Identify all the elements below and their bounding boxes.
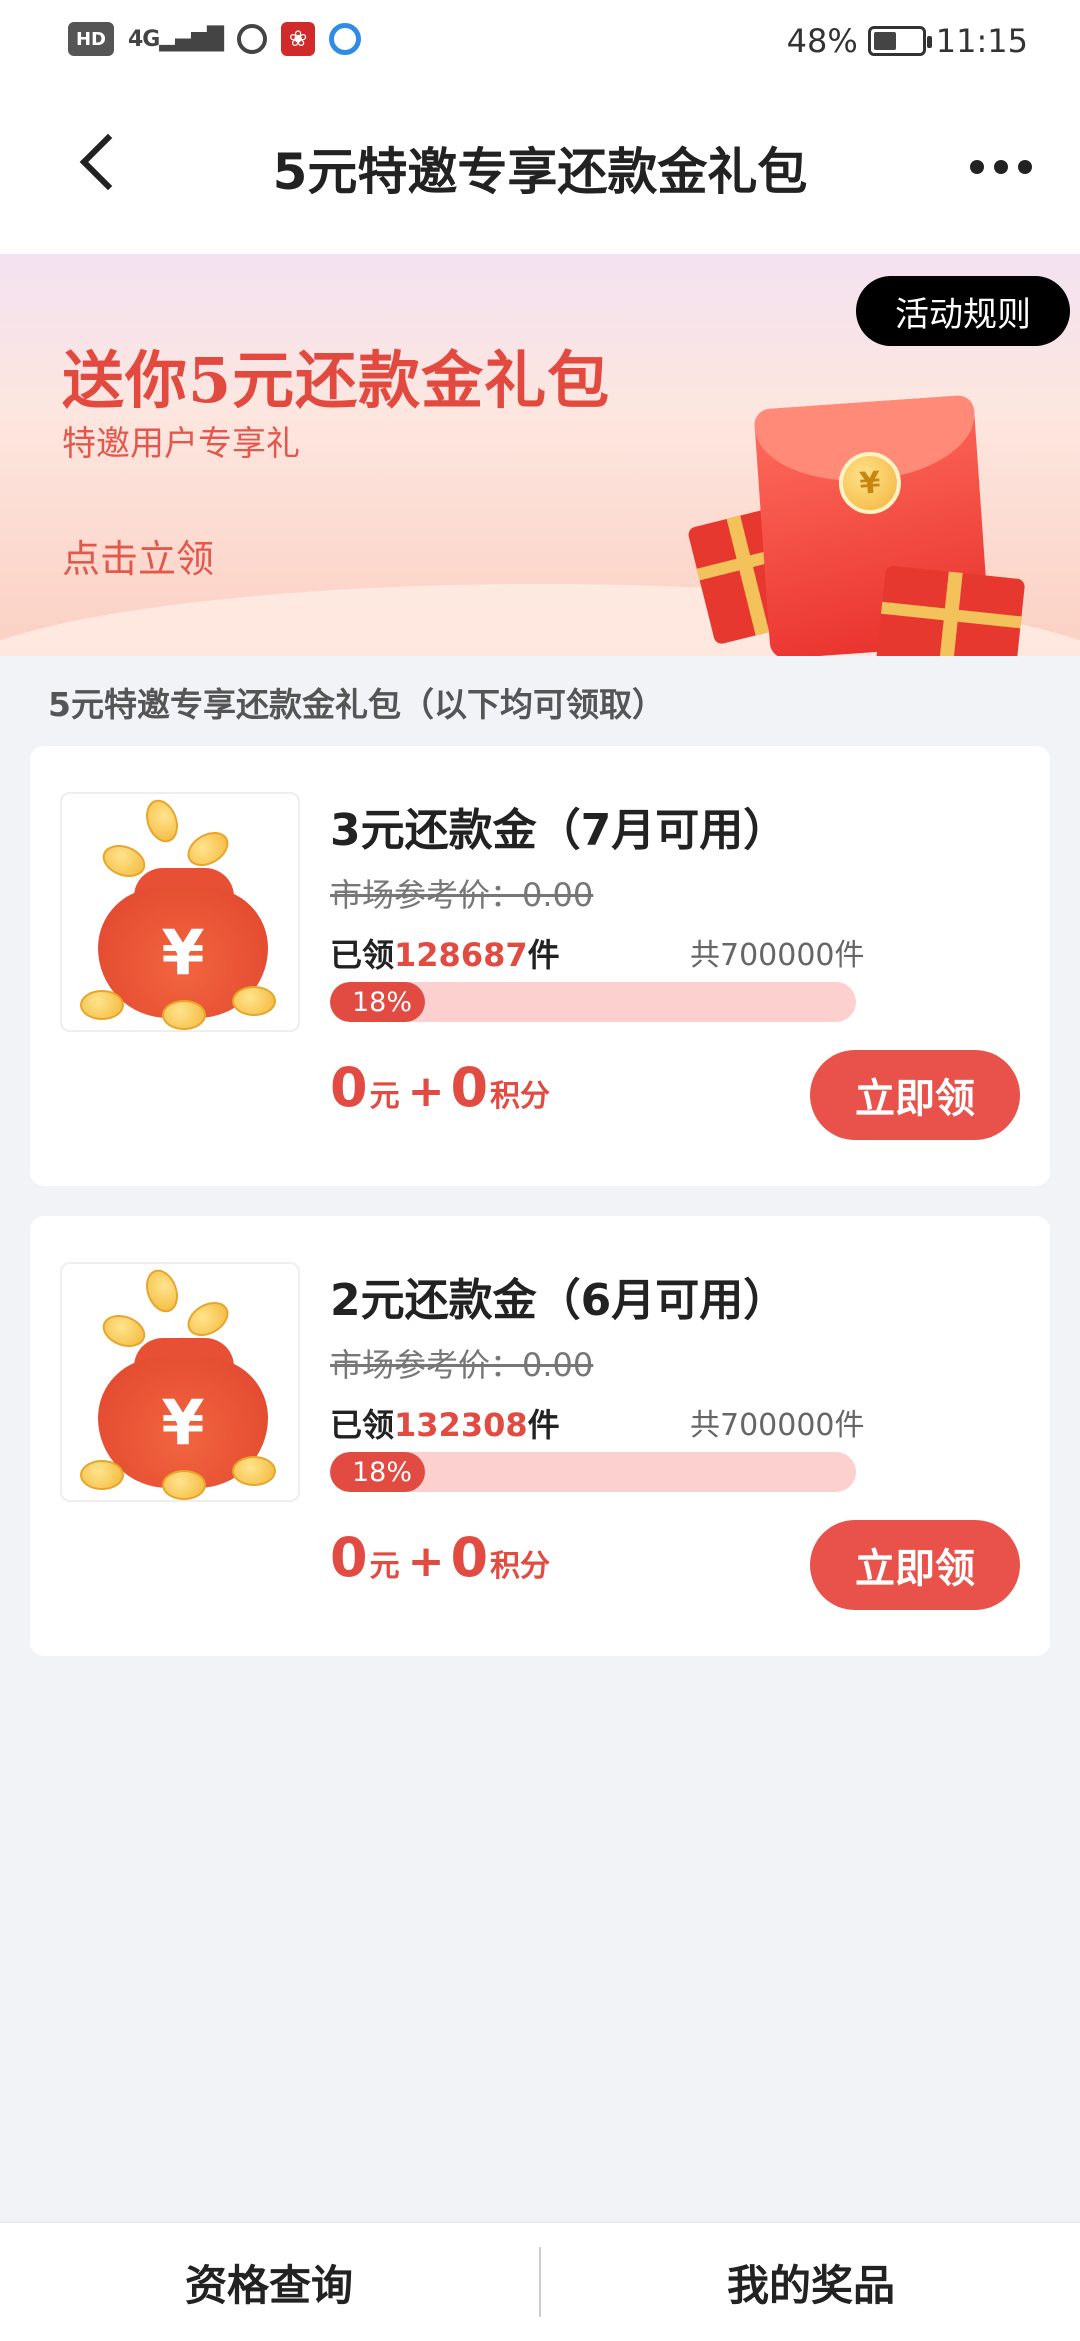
price: 0 元 +0 积分 <box>330 1056 551 1119</box>
money-bag-image: ¥ <box>60 1262 300 1502</box>
network-type: 4G <box>128 26 160 52</box>
gift-box-icon <box>874 564 1026 656</box>
coupon-card: ¥ 3元还款金（7月可用） 市场参考价：0.00 已领128687件 共7000… <box>30 746 1050 1186</box>
market-price: 市场参考价：0.00 <box>330 1346 594 1384</box>
item-title: 2元还款金（6月可用） <box>330 1275 788 1326</box>
coin-icon <box>140 795 184 847</box>
progress-label: 18% <box>352 1457 413 1488</box>
coin-icon <box>232 1456 276 1486</box>
total-stock: 共700000件 <box>690 938 865 973</box>
coin-icon <box>80 990 124 1020</box>
coin-icon <box>181 1295 235 1343</box>
banner-claim-link[interactable]: 点击立领 <box>62 528 214 583</box>
banner-title: 送你5元还款金礼包 <box>62 344 611 417</box>
hd-icon: HD <box>68 22 114 56</box>
battery-level <box>873 32 896 50</box>
coin-icon <box>232 986 276 1016</box>
coin-icon <box>140 1265 184 1317</box>
claimed-count: 已领128687件 <box>330 936 560 974</box>
activity-rules-button[interactable]: 活动规则 <box>856 276 1070 346</box>
app-notification-icon: ❀ <box>281 22 316 56</box>
coin-icon <box>162 1000 206 1030</box>
coin-icon <box>162 1470 206 1500</box>
claim-progress-bar: 18% <box>330 1452 856 1492</box>
bottom-bar: 资格查询 我的奖品 <box>0 2222 1080 2341</box>
claim-now-button[interactable]: 立即领 <box>810 1520 1020 1610</box>
battery-percent: 48% <box>786 22 858 60</box>
alarm-icon <box>237 24 268 54</box>
more-options-icon[interactable] <box>970 160 1032 174</box>
coin-icon <box>80 1460 124 1490</box>
banner-subtitle: 特邀用户专享礼 <box>62 424 300 464</box>
eligibility-check-button[interactable]: 资格查询 <box>0 2223 538 2341</box>
item-title: 3元还款金（7月可用） <box>330 805 788 856</box>
status-bar: HD 4G▂▄▆█ ❀ 48% 11:15 <box>0 0 1080 92</box>
total-stock: 共700000件 <box>690 1408 865 1443</box>
bottom-divider <box>539 2247 541 2317</box>
page-title: 5元特邀专享还款金礼包 <box>272 143 808 201</box>
signal-icon: 4G▂▄▆█ <box>128 26 224 52</box>
money-bag-image: ¥ <box>60 792 300 1032</box>
claim-now-button[interactable]: 立即领 <box>810 1050 1020 1140</box>
progress-label: 18% <box>352 987 413 1018</box>
claim-progress-bar: 18% <box>330 982 856 1022</box>
status-icons-right: 48% 11:15 <box>787 22 1028 60</box>
coupon-card: ¥ 2元还款金（6月可用） 市场参考价：0.00 已领132308件 共7000… <box>30 1216 1050 1656</box>
browser-notification-icon <box>329 23 362 55</box>
status-icons-left: HD 4G▂▄▆█ ❀ <box>68 22 362 56</box>
market-price: 市场参考价：0.00 <box>330 876 594 914</box>
promo-banner[interactable]: 活动规则 送你5元还款金礼包 特邀用户专享礼 点击立领 ¥ <box>0 254 1080 656</box>
clock: 11:15 <box>935 22 1028 60</box>
nav-header: 5元特邀专享还款金礼包 <box>0 92 1080 254</box>
my-prizes-button[interactable]: 我的奖品 <box>542 2223 1080 2341</box>
section-caption: 5元特邀专享还款金礼包（以下均可领取） <box>48 685 665 724</box>
price: 0 元 +0 积分 <box>330 1526 551 1589</box>
battery-icon <box>867 26 932 56</box>
coin-icon <box>181 825 235 873</box>
claimed-count: 已领132308件 <box>330 1406 560 1444</box>
